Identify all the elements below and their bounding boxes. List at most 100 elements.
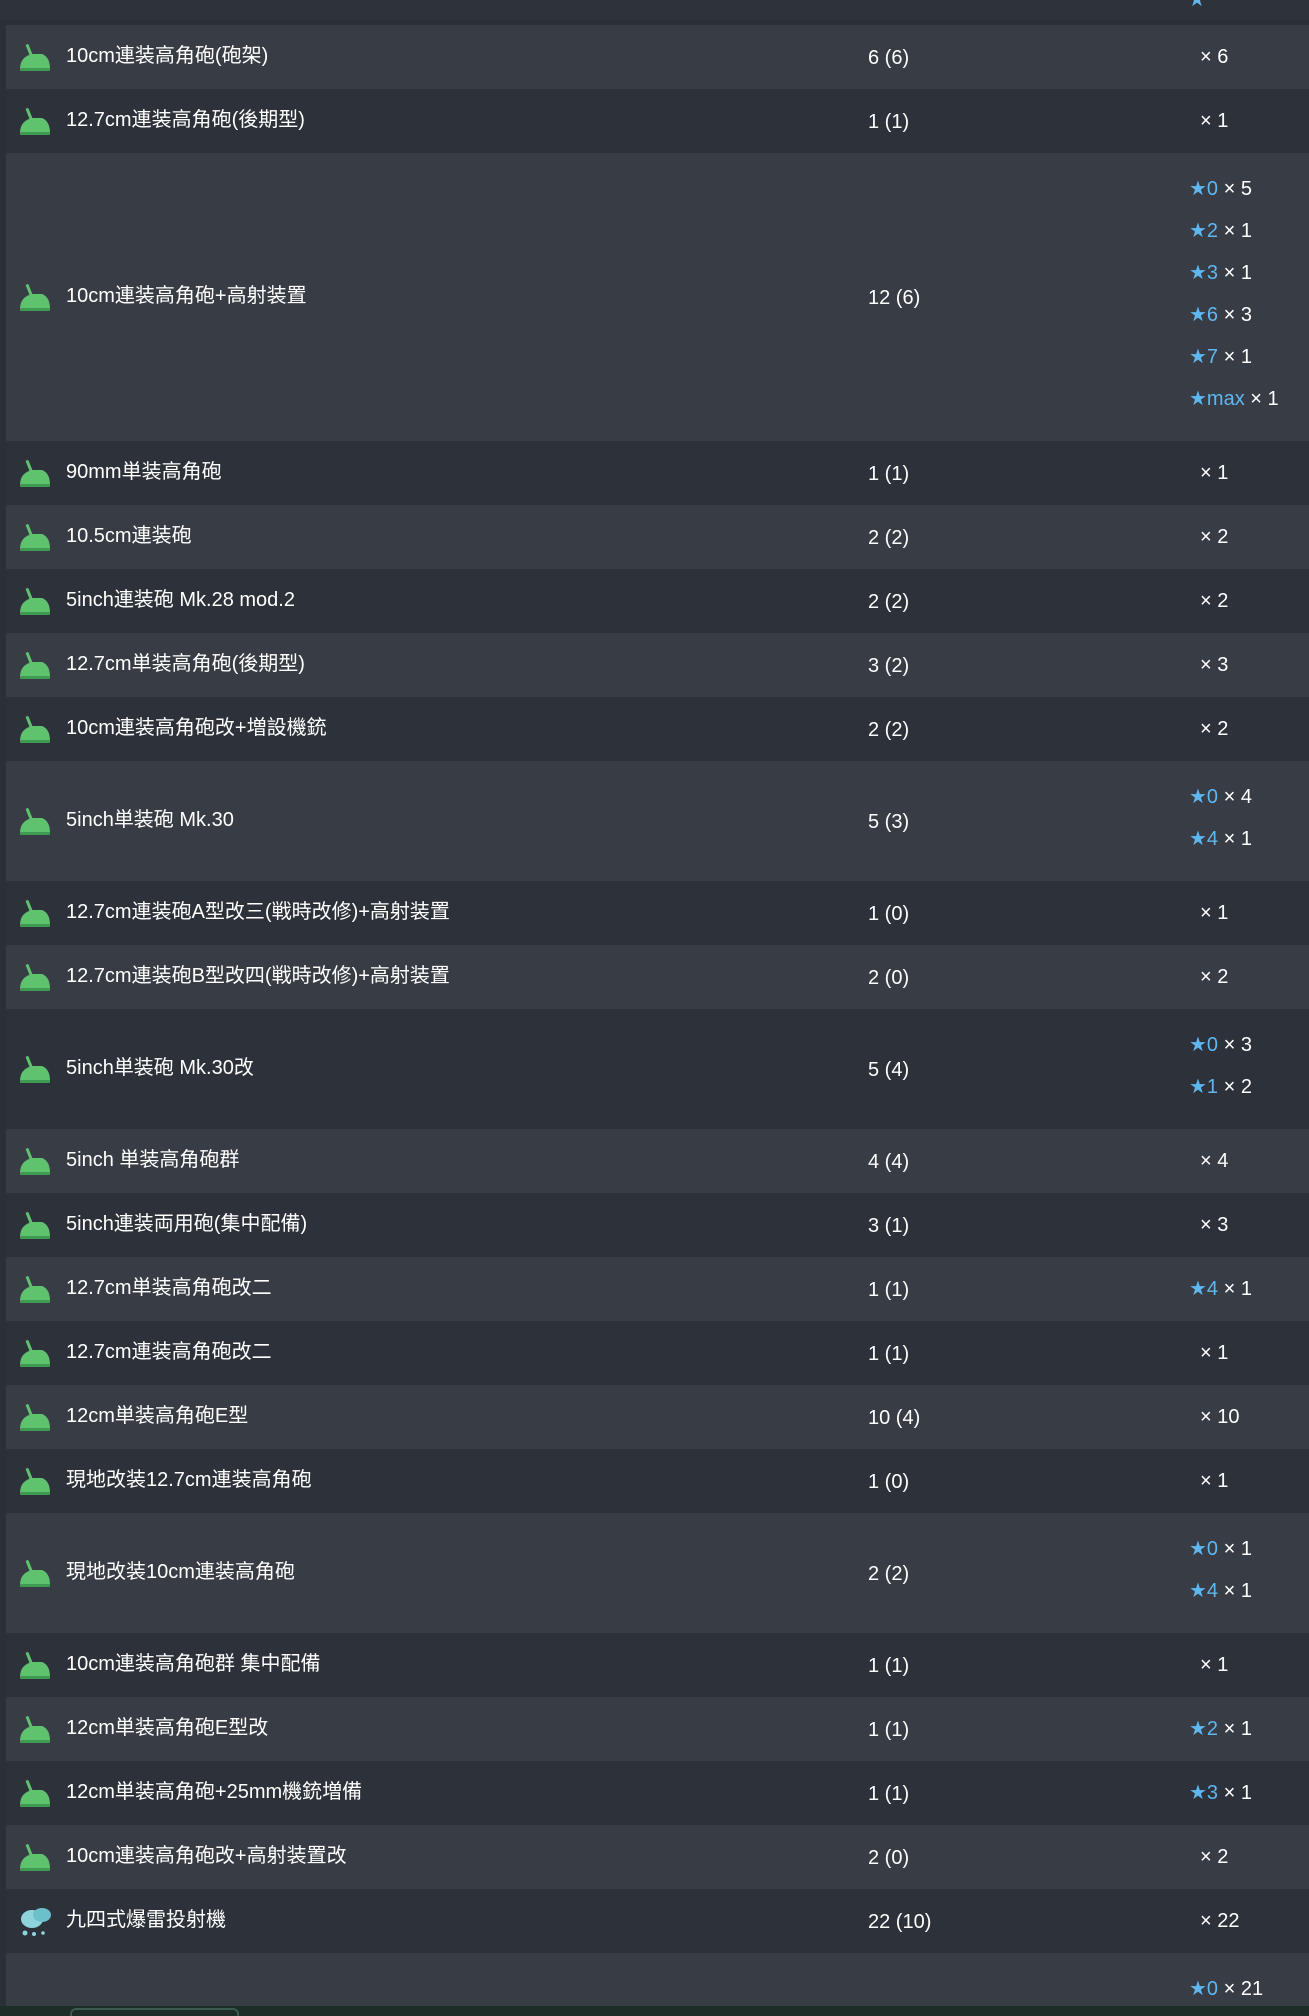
aa-gun-icon (16, 1399, 56, 1435)
aa-gun-icon (16, 1143, 56, 1179)
table-row[interactable]: 10cm連装高角砲改+増設機銃 2 (2) × 2 (6, 697, 1309, 761)
table-row[interactable]: 5inch単装砲 Mk.30 5 (3) ★0 × 4 ★4 × 1 (6, 761, 1309, 881)
bottom-tab[interactable] (70, 2008, 239, 2016)
table-row[interactable]: 12.7cm連装砲B型改四(戦時改修)+高射装置 2 (0) × 2 (6, 945, 1309, 1009)
equipment-count: 22 (10) (868, 1911, 932, 1933)
equipment-count: 1 (1) (868, 1343, 910, 1365)
equipment-count: 10 (4) (868, 1407, 921, 1429)
equipment-name: 12cm単装高角砲+25mm機銃増備 (66, 1781, 363, 1803)
improvement-line: ★0 × 21 (1189, 1977, 1263, 2001)
equipment-name: 現地改装10cm連装高角砲 (66, 1561, 295, 1583)
improvement-breakdown: × 2 (1189, 1825, 1309, 1889)
table-row[interactable]: 10.5cm連装砲 2 (2) × 2 (6, 505, 1309, 569)
improvement-breakdown: × 3 (1189, 633, 1309, 697)
table-row[interactable]: 5inch単装砲 Mk.30改 5 (4) ★0 × 3 ★1 × 2 (6, 1009, 1309, 1129)
aa-gun-icon (16, 1711, 56, 1747)
improvement-breakdown: × 1 (1189, 1449, 1309, 1513)
improvement-line: × 10 (1200, 1405, 1239, 1429)
improvement-level: ★0 (1189, 1538, 1219, 1560)
equipment-name: 5inch連装砲 Mk.28 mod.2 (66, 589, 295, 611)
table-row[interactable]: 12.7cm単装高角砲改二 1 (1) ★4 × 1 (6, 1257, 1309, 1321)
table-row[interactable]: 現地改装10cm連装高角砲 2 (2) ★0 × 1 ★4 × 1 (6, 1513, 1309, 1633)
improvement-quantity: × 1 (1200, 1342, 1229, 1364)
equipment-count: 2 (0) (868, 1847, 910, 1869)
equipment-name: 90mm単装高角砲 (66, 461, 222, 483)
table-row[interactable]: 5inch連装砲 Mk.28 mod.2 2 (2) × 2 (6, 569, 1309, 633)
improvement-level: ★1 (1189, 1076, 1219, 1098)
table-row[interactable]: 12.7cm連装砲A型改三(戦時改修)+高射装置 1 (0) × 1 (6, 881, 1309, 945)
aa-gun-icon (16, 1271, 56, 1307)
aa-gun-icon (16, 1839, 56, 1875)
aa-gun-icon (16, 1051, 56, 1087)
table-row[interactable]: 10cm連装高角砲(砲架) 6 (6) × 6 (6, 25, 1309, 89)
equipment-name: 10cm連装高角砲改+高射装置改 (66, 1845, 347, 1867)
aa-gun-icon (16, 1775, 56, 1811)
equipment-count: 1 (1) (868, 463, 910, 485)
table-row[interactable]: 10cm連装高角砲群 集中配備 1 (1) × 1 (6, 1633, 1309, 1697)
table-row[interactable]: 九四式爆雷投射機 22 (10) × 22 (6, 1889, 1309, 1953)
equipment-count: 2 (2) (868, 591, 910, 613)
improvement-quantity: × 22 (1200, 1910, 1240, 1932)
improvement-breakdown: ★2 × 1 (1189, 1697, 1309, 1761)
improvement-quantity: × 3 (1200, 1214, 1229, 1236)
improvement-quantity: × 1 (1223, 828, 1252, 850)
table-row[interactable]: 12cm単装高角砲E型改 1 (1) ★2 × 1 (6, 1697, 1309, 1761)
aa-gun-icon (16, 1463, 56, 1499)
table-row[interactable]: 12.7cm連装高角砲改二 1 (1) × 1 (6, 1321, 1309, 1385)
improvement-line: × 1 (1200, 109, 1228, 133)
improvement-line: ★0 × 1 (1189, 1537, 1252, 1561)
equipment-name: 12.7cm単装高角砲改二 (66, 1277, 272, 1299)
aa-gun-icon (16, 711, 56, 747)
table-row[interactable]: 12cm単装高角砲E型 10 (4) × 10 (6, 1385, 1309, 1449)
equipment-name: 10cm連装高角砲+高射装置 (66, 285, 307, 307)
table-row[interactable]: 5inch 単装高角砲群 4 (4) × 4 (6, 1129, 1309, 1193)
table-row[interactable]: 10cm連装高角砲改+高射装置改 2 (0) × 2 (6, 1825, 1309, 1889)
improvement-line: ★4 × 1 (1189, 1277, 1252, 1301)
improvement-level: ★3 (1189, 262, 1219, 284)
improvement-quantity: × 6 (1200, 46, 1229, 68)
improvement-quantity: × 4 (1223, 786, 1252, 808)
improvement-quantity: × 5 (1223, 178, 1252, 200)
improvement-line: ★3 × 1 (1189, 261, 1252, 285)
table-row[interactable]: 12cm単装高角砲+25mm機銃増備 1 (1) ★3 × 1 (6, 1761, 1309, 1825)
improvement-breakdown: × 10 (1189, 1385, 1309, 1449)
improvement-quantity: × 1 (1223, 346, 1252, 368)
improvement-breakdown: × 6 (1189, 25, 1309, 89)
equipment-count: 5 (3) (868, 811, 910, 833)
improvement-breakdown: × 3 (1189, 1193, 1309, 1257)
equipment-count: 1 (1) (868, 1655, 910, 1677)
equipment-name: 10cm連装高角砲改+増設機銃 (66, 717, 327, 739)
aa-gun-icon (16, 519, 56, 555)
improvement-level: ★4 (1189, 828, 1219, 850)
improvement-breakdown: ★0 × 1 ★4 × 1 (1189, 1513, 1309, 1633)
improvement-breakdown: ★0 × 5 ★2 × 1 ★3 × 1 ★6 × 3 ★7 × 1 ★max × 1 (1189, 153, 1309, 441)
improvement-quantity: × 1 (1200, 1654, 1229, 1676)
improvement-breakdown: ★3 × 1 (1189, 1761, 1309, 1825)
equipment-name: 5inch 単装高角砲群 (66, 1149, 240, 1171)
table-row[interactable]: 現地改装12.7cm連装高角砲 1 (0) × 1 (6, 1449, 1309, 1513)
table-row[interactable]: 12.7cm単装高角砲(後期型) 3 (2) × 3 (6, 633, 1309, 697)
improvement-quantity: × 4 (1200, 1150, 1229, 1172)
equipment-count: 2 (2) (868, 1563, 910, 1585)
table-row[interactable]: 90mm単装高角砲 1 (1) × 1 (6, 441, 1309, 505)
equipment-count: 2 (2) (868, 719, 910, 741)
improvement-breakdown: × 2 (1189, 697, 1309, 761)
improvement-quantity: × 2 (1200, 590, 1229, 612)
improvement-quantity: × 1 (1200, 110, 1229, 132)
improvement-level: ★max (1189, 388, 1245, 410)
improvement-quantity: × 3 (1200, 654, 1229, 676)
improvement-line: ★0 × 3 (1189, 1033, 1252, 1057)
equipment-table: 10cm連装高角砲(砲架) 6 (6) × 6 12.7cm連装高角砲(後期型) 1 (… (6, 25, 1309, 2016)
equipment-name: 九四式爆雷投射機 (66, 1909, 226, 1931)
equipment-name: 5inch単装砲 Mk.30 (66, 809, 234, 831)
table-row[interactable]: 5inch連装両用砲(集中配備) 3 (1) × 3 (6, 1193, 1309, 1257)
improvement-line: × 6 (1200, 45, 1228, 69)
improvement-line: × 22 (1200, 1909, 1239, 1933)
table-row[interactable]: 12.7cm連装高角砲(後期型) 1 (1) × 1 (6, 89, 1309, 153)
table-row[interactable]: 10cm連装高角砲+高射装置 12 (6) ★0 × 5 ★2 × 1 ★3 × 1 ★6… (6, 153, 1309, 441)
improvement-line: × 1 (1200, 901, 1228, 925)
improvement-quantity: × 2 (1223, 1076, 1252, 1098)
improvement-quantity: × 1 (1223, 1718, 1252, 1740)
improvement-line: × 1 (1200, 1469, 1228, 1493)
previous-row-tail: ★ (0, 0, 1309, 20)
